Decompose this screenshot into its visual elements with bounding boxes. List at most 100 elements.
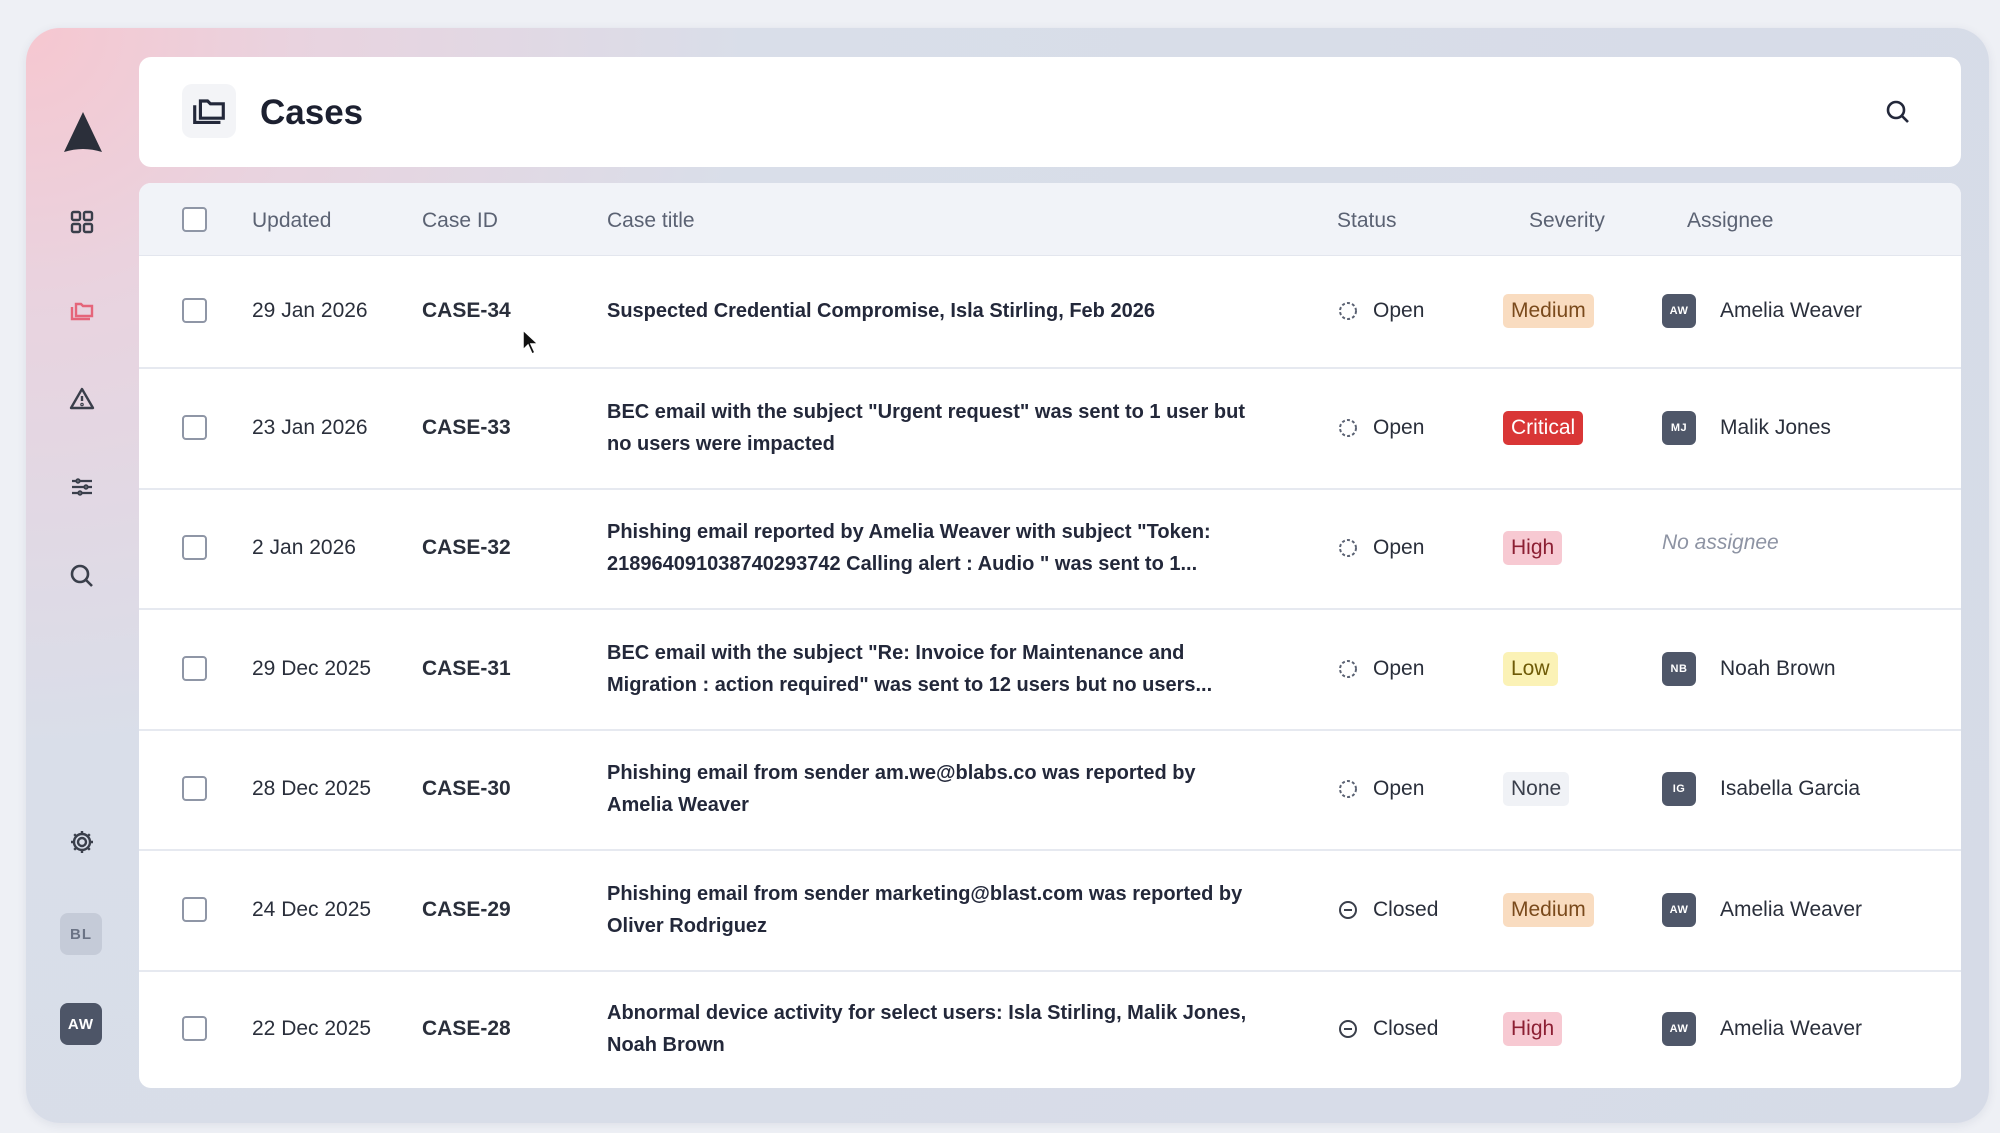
case-title[interactable]: BEC email with the subject "Re: Invoice …: [607, 637, 1257, 701]
assignee-name: Amelia Weaver: [1720, 898, 1862, 921]
column-header-severity[interactable]: Severity: [1529, 209, 1605, 233]
logo-icon: [64, 112, 102, 152]
status-open-icon: [1339, 539, 1357, 557]
status-cell: Closed: [1337, 898, 1438, 922]
status-label: Open: [1373, 657, 1425, 680]
assignee-cell[interactable]: AW Amelia Weaver: [1662, 893, 1862, 927]
assignee-avatar: IG: [1662, 772, 1696, 806]
assignee-avatar: AW: [1662, 294, 1696, 328]
row-checkbox[interactable]: [182, 1016, 207, 1041]
assignee-cell[interactable]: AW Amelia Weaver: [1662, 1012, 1862, 1046]
folder-icon: [182, 84, 236, 138]
status-label: Open: [1373, 416, 1425, 439]
user-avatar[interactable]: AW: [60, 1003, 102, 1045]
status-open-icon: [1339, 660, 1357, 678]
sidebar: BL AW: [26, 28, 138, 1123]
case-id[interactable]: CASE-31: [422, 657, 511, 681]
list-filter-icon: [72, 478, 92, 496]
assignee-name: Malik Jones: [1720, 416, 1831, 439]
case-title[interactable]: Suspected Credential Compromise, Isla St…: [607, 295, 1257, 327]
sidebar-item-settings[interactable]: [56, 816, 108, 868]
case-id[interactable]: CASE-34: [422, 299, 511, 323]
assignee-cell[interactable]: No assignee: [1662, 531, 1779, 555]
table-row[interactable]: 29 Jan 2026 CASE-34 Suspected Credential C…: [139, 255, 1961, 369]
status-open-icon: [1339, 419, 1357, 437]
assignee-cell[interactable]: AW Amelia Weaver: [1662, 294, 1862, 328]
workspace-avatar[interactable]: BL: [60, 913, 102, 955]
select-all-checkbox[interactable]: [182, 207, 207, 232]
case-title[interactable]: Phishing email from sender am.we@blabs.c…: [607, 757, 1257, 821]
grid-icon: [70, 210, 94, 234]
column-header-assignee[interactable]: Assignee: [1687, 209, 1773, 233]
case-id[interactable]: CASE-28: [422, 1017, 511, 1041]
case-title[interactable]: Abnormal device activity for select user…: [607, 997, 1257, 1061]
updated-date: 29 Jan 2026: [252, 299, 368, 322]
warning-icon: [69, 387, 95, 410]
row-checkbox[interactable]: [182, 656, 207, 681]
case-id[interactable]: CASE-32: [422, 536, 511, 560]
updated-date: 29 Dec 2025: [252, 657, 372, 680]
gear-icon: [71, 831, 93, 853]
case-title[interactable]: BEC email with the subject "Urgent reque…: [607, 396, 1257, 460]
updated-date: 2 Jan 2026: [252, 536, 356, 559]
sidebar-item-cases[interactable]: [56, 285, 108, 337]
assignee-name: Isabella Garcia: [1720, 777, 1861, 800]
case-id[interactable]: CASE-30: [422, 777, 511, 801]
status-cell: Open: [1337, 657, 1424, 681]
status-label: Closed: [1373, 1017, 1439, 1040]
row-checkbox[interactable]: [182, 415, 207, 440]
table-row[interactable]: 24 Dec 2025 CASE-29 Phishing email from se…: [139, 849, 1961, 972]
table-row[interactable]: 29 Dec 2025 CASE-31 BEC email with the sub…: [139, 608, 1961, 731]
case-title[interactable]: Phishing email from sender marketing@bla…: [607, 878, 1257, 942]
severity-badge: Medium: [1503, 893, 1594, 927]
sidebar-item-alerts[interactable]: [56, 373, 108, 425]
status-closed-icon: [1339, 901, 1357, 919]
column-header-case-title[interactable]: Case title: [607, 209, 695, 233]
app-window: BL AW Cases Updated Case ID Case title S…: [26, 28, 1989, 1123]
row-checkbox[interactable]: [182, 535, 207, 560]
status-label: Closed: [1373, 898, 1439, 921]
severity-badge: Critical: [1503, 411, 1584, 445]
column-header-updated[interactable]: Updated: [252, 209, 331, 233]
status-cell: Closed: [1337, 1017, 1438, 1041]
header-search-button[interactable]: [1881, 95, 1915, 129]
row-checkbox[interactable]: [182, 298, 207, 323]
cases-table: Updated Case ID Case title Status Severi…: [139, 183, 1961, 1088]
case-title[interactable]: Phishing email reported by Amelia Weaver…: [607, 516, 1257, 580]
sidebar-item-search[interactable]: [56, 550, 108, 602]
row-checkbox[interactable]: [182, 897, 207, 922]
sidebar-item-filters[interactable]: [56, 461, 108, 513]
table-row[interactable]: 2 Jan 2026 CASE-32 Phishing email reported…: [139, 488, 1961, 610]
sidebar-item-dashboard[interactable]: [56, 196, 108, 248]
assignee-cell[interactable]: NB Noah Brown: [1662, 652, 1836, 686]
mouse-cursor-icon: [522, 328, 540, 356]
column-header-case-id[interactable]: Case ID: [422, 209, 498, 233]
table-row[interactable]: 23 Jan 2026 CASE-33 BEC email with the sub…: [139, 367, 1961, 490]
updated-date: 22 Dec 2025: [252, 1017, 372, 1040]
status-closed-icon: [1339, 1020, 1357, 1038]
assignee-cell[interactable]: IG Isabella Garcia: [1662, 772, 1860, 806]
assignee-name: Amelia Weaver: [1720, 299, 1862, 322]
status-cell: Open: [1337, 299, 1424, 323]
severity-badge: Medium: [1503, 294, 1594, 328]
table-row[interactable]: 22 Dec 2025 CASE-28 Abnormal device activi…: [139, 970, 1961, 1088]
severity-badge: High: [1503, 531, 1563, 565]
page-title: Cases: [260, 93, 364, 132]
status-cell: Open: [1337, 536, 1424, 560]
severity-badge: High: [1503, 1012, 1563, 1046]
status-open-icon: [1339, 780, 1357, 798]
assignee-avatar: AW: [1662, 893, 1696, 927]
updated-date: 24 Dec 2025: [252, 898, 372, 921]
case-id[interactable]: CASE-33: [422, 416, 511, 440]
row-checkbox[interactable]: [182, 776, 207, 801]
table-row[interactable]: 28 Dec 2025 CASE-30 Phishing email from se…: [139, 729, 1961, 851]
column-header-status[interactable]: Status: [1337, 209, 1397, 233]
severity-badge: Low: [1503, 652, 1558, 686]
case-id[interactable]: CASE-29: [422, 898, 511, 922]
assignee-name: Amelia Weaver: [1720, 1017, 1862, 1040]
assignee-avatar: NB: [1662, 652, 1696, 686]
page-header: Cases: [139, 57, 1961, 167]
assignee-cell[interactable]: MJ Malik Jones: [1662, 411, 1831, 445]
status-label: Open: [1373, 536, 1425, 559]
status-open-icon: [1339, 302, 1357, 320]
